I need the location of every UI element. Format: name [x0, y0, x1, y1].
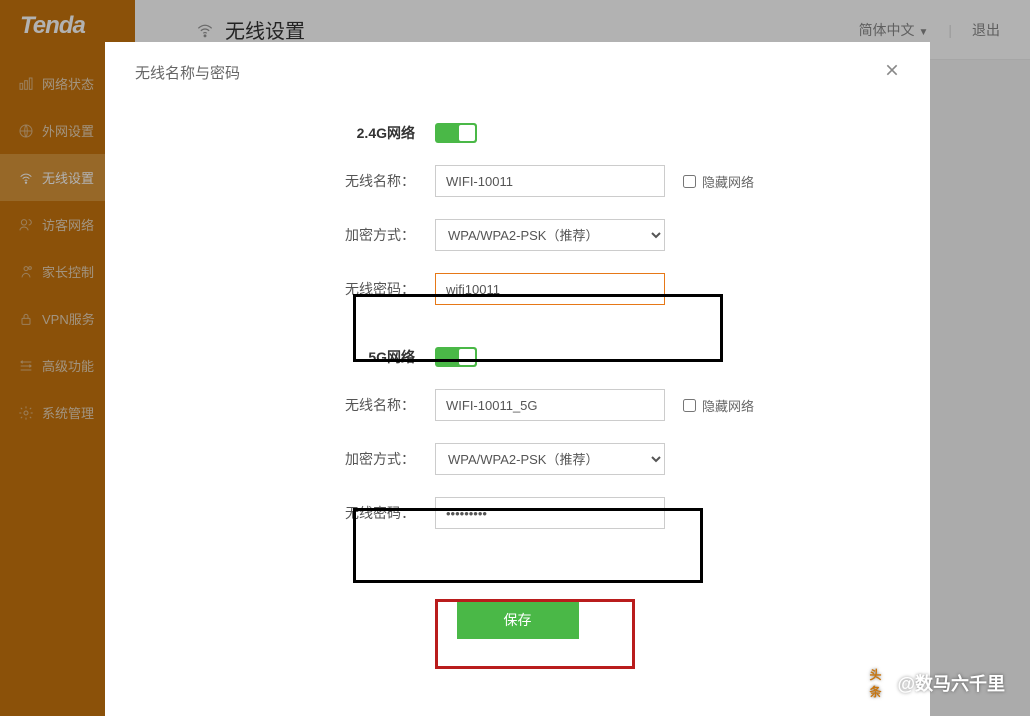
label-5g-pwd: 无线密码：	[105, 503, 435, 523]
input-5g-password[interactable]	[435, 497, 665, 529]
label-5g-enc: 加密方式：	[105, 449, 435, 469]
label-24g-hide: 隐藏网络	[702, 172, 754, 191]
input-5g-name[interactable]	[435, 389, 665, 421]
watermark: 头条 @数马六千里	[869, 670, 1005, 696]
toggle-5g[interactable]	[435, 347, 477, 367]
input-24g-name[interactable]	[435, 165, 665, 197]
label-24g-name: 无线名称：	[105, 171, 435, 191]
label-5g-hide: 隐藏网络	[702, 396, 754, 415]
watermark-text: @数马六千里	[897, 670, 1005, 696]
save-button[interactable]: 保存	[457, 599, 579, 639]
select-24g-enc[interactable]: WPA/WPA2-PSK（推荐）	[435, 219, 665, 251]
modal-header: 无线名称与密码	[105, 42, 930, 103]
modal-title: 无线名称与密码	[135, 62, 900, 83]
select-5g-enc[interactable]: WPA/WPA2-PSK（推荐）	[435, 443, 665, 475]
checkbox-5g-hide[interactable]	[683, 399, 696, 412]
heading-24g: 2.4G网络	[105, 123, 435, 143]
form-24g: 2.4G网络 无线名称： 隐藏网络 加密方式： WPA/WPA2-PSK（推荐）…	[105, 103, 930, 347]
heading-5g: 5G网络	[105, 347, 435, 367]
label-5g-name: 无线名称：	[105, 395, 435, 415]
input-24g-password[interactable]	[435, 273, 665, 305]
toggle-24g[interactable]	[435, 123, 477, 143]
wireless-settings-modal: 无线名称与密码 2.4G网络 无线名称： 隐藏网络 加密方式： WPA/WPA2…	[105, 42, 930, 716]
form-5g: 5G网络 无线名称： 隐藏网络 加密方式： WPA/WPA2-PSK（推荐） 无…	[105, 347, 930, 571]
watermark-icon: 头条	[869, 672, 891, 694]
checkbox-24g-hide[interactable]	[683, 175, 696, 188]
close-icon	[884, 62, 900, 78]
label-24g-pwd: 无线密码：	[105, 279, 435, 299]
label-24g-enc: 加密方式：	[105, 225, 435, 245]
modal-close-button[interactable]	[884, 62, 900, 81]
